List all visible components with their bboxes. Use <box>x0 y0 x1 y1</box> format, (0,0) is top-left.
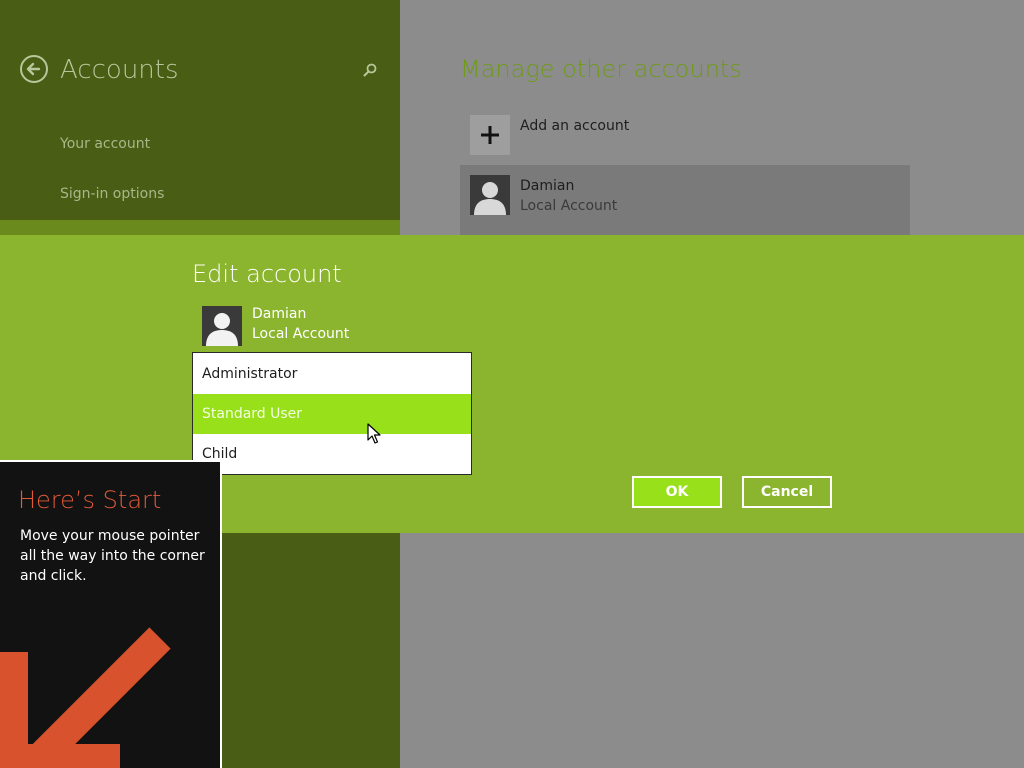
corner-arrow-icon <box>0 627 171 768</box>
account-type: Local Account <box>520 198 618 214</box>
start-tip-panel: Here’s Start Move your mouse pointer all… <box>0 460 222 768</box>
plus-icon <box>481 126 499 144</box>
search-icon[interactable] <box>362 62 378 78</box>
nav-your-account[interactable]: Your account <box>60 136 150 152</box>
cancel-button[interactable]: Cancel <box>742 476 832 508</box>
manage-accounts-title: Manage other accounts <box>460 55 742 83</box>
option-child[interactable]: Child <box>193 434 471 474</box>
ok-button[interactable]: OK <box>632 476 722 508</box>
nav-item-other-accounts[interactable] <box>0 220 400 236</box>
user-avatar-icon <box>202 306 242 346</box>
account-name: Damian <box>520 178 575 194</box>
tip-title: Here’s Start <box>18 486 162 514</box>
pane-title: Accounts <box>60 55 179 85</box>
add-account-label[interactable]: Add an account <box>520 118 629 134</box>
back-arrow-icon[interactable] <box>20 55 48 83</box>
user-avatar-icon <box>470 175 510 215</box>
tip-text: Move your mouse pointer all the way into… <box>20 528 205 584</box>
option-standard-user[interactable]: Standard User <box>193 394 471 434</box>
account-type-dropdown[interactable]: Administrator Standard User Child <box>192 352 472 475</box>
dialog-user-name: Damian <box>252 306 307 322</box>
dialog-title: Edit account <box>192 260 342 288</box>
dialog-user-type: Local Account <box>252 326 350 342</box>
nav-sign-in-options[interactable]: Sign-in options <box>60 186 164 202</box>
option-administrator[interactable]: Administrator <box>193 354 471 394</box>
add-account-button[interactable] <box>470 115 510 155</box>
mouse-cursor-icon <box>367 423 381 449</box>
